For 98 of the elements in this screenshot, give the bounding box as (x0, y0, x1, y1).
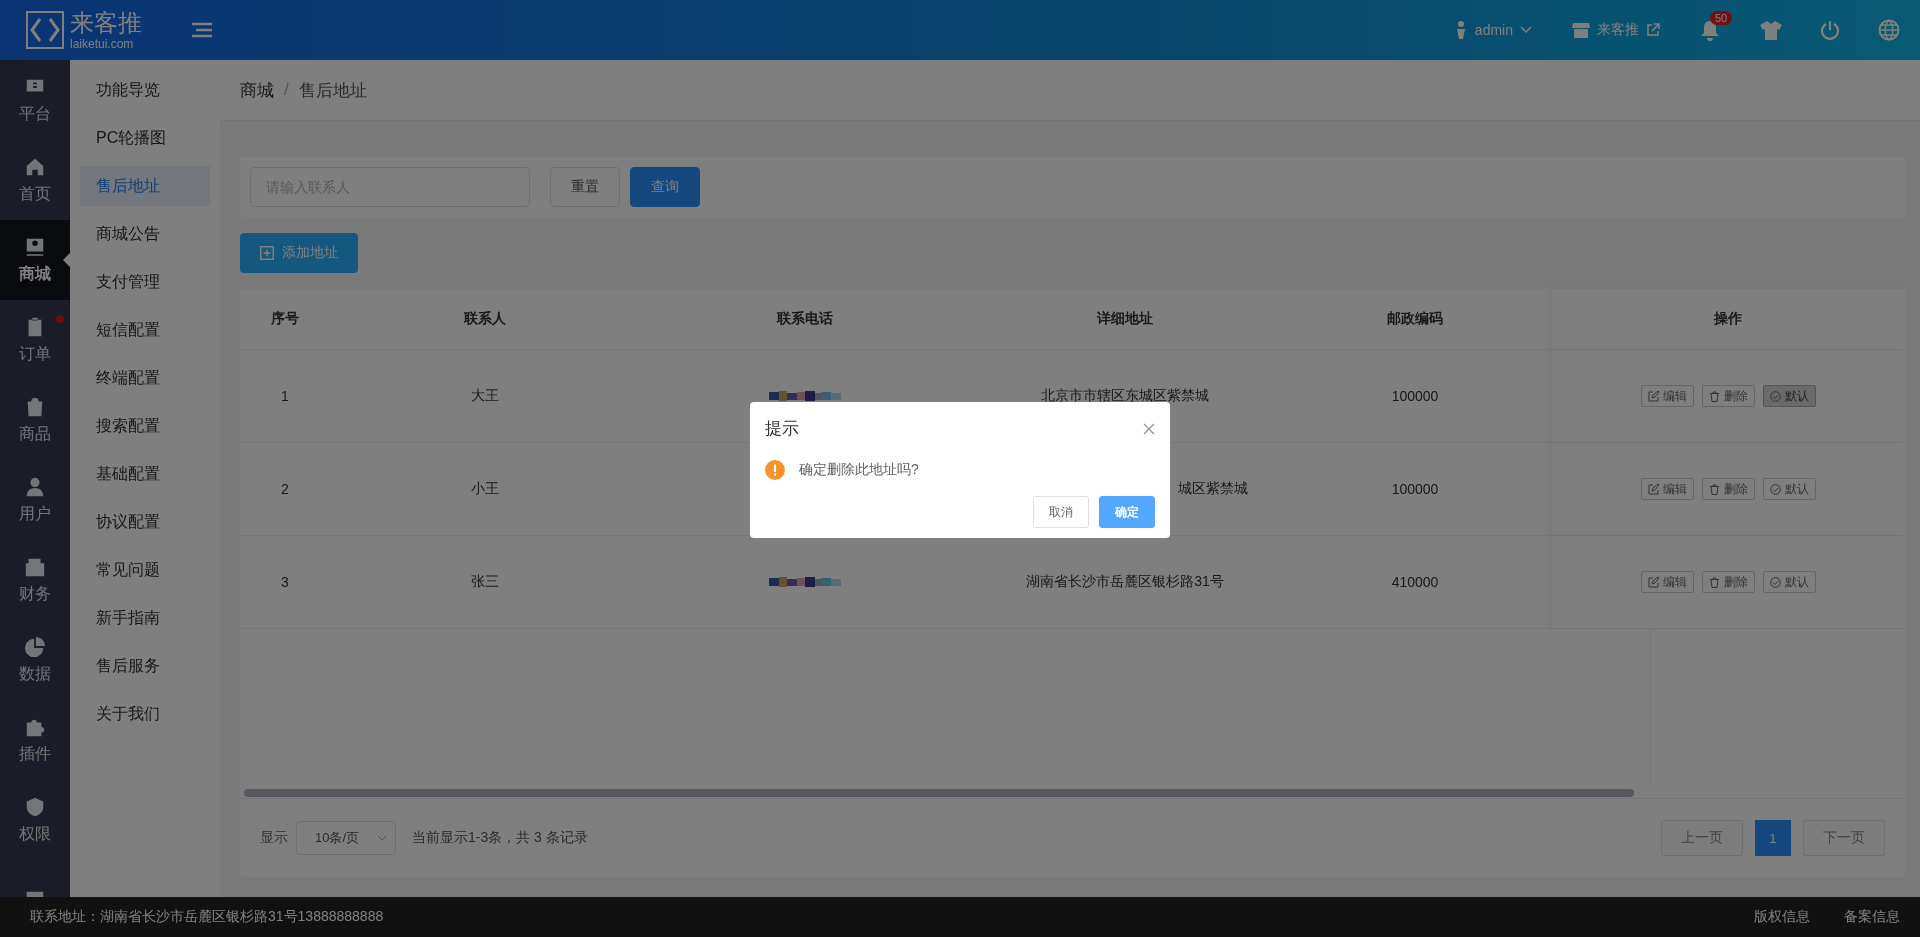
chevron-down-icon (1520, 26, 1532, 34)
sub-menu-item[interactable]: 售后服务 (80, 646, 210, 686)
edit-button[interactable]: 编辑 (1640, 571, 1694, 593)
horizontal-scrollbar[interactable] (240, 788, 1905, 799)
trash-icon (1708, 483, 1720, 495)
sub-menu-item[interactable]: 关于我们 (80, 694, 210, 734)
delete-button[interactable]: 删除 (1701, 385, 1755, 407)
table-cell-text: 1 (280, 387, 290, 406)
edit-icon (1647, 483, 1659, 495)
logo-subtitle: laiketui.com (70, 37, 135, 50)
cancel-button[interactable]: 取消 (1033, 496, 1089, 528)
column-header: 详细地址 (1096, 309, 1154, 328)
store-link[interactable]: 来客推 (1572, 21, 1660, 39)
footer-link[interactable]: 备案信息 (1844, 908, 1900, 926)
delete-button[interactable]: 删除 (1701, 571, 1755, 593)
trash-icon (1708, 576, 1720, 588)
confirm-button[interactable]: 确定 (1099, 496, 1155, 528)
footer-link[interactable]: 版权信息 (1754, 908, 1810, 926)
dialog-title: 提示 (765, 418, 799, 440)
sidebar-item[interactable]: 商品 (0, 380, 70, 460)
logo-title: 来客推 (70, 10, 142, 35)
globe-icon[interactable] (1878, 19, 1900, 41)
shield-icon (24, 795, 46, 818)
delete-button[interactable]: 删除 (1701, 478, 1755, 500)
sidebar-item[interactable]: 平台 (0, 60, 70, 140)
sidebar-item[interactable]: 权限 (0, 780, 70, 860)
column-header: 序号 (270, 309, 300, 328)
page-number-button[interactable]: 1 (1755, 820, 1791, 856)
dialog-message: 确定删除此地址吗? (799, 461, 919, 479)
sidebar-item[interactable]: 财务 (0, 540, 70, 620)
record-summary: 当前显示1-3条，共 3 条记录 (412, 829, 588, 847)
check-circle-icon (1769, 576, 1781, 588)
table-cell: 城区紫禁城 (1178, 480, 1248, 498)
table-cell-text: 100000 (1390, 387, 1440, 406)
sidebar-item[interactable]: 数据 (0, 620, 70, 700)
sub-menu-item[interactable]: 常见问题 (80, 550, 210, 590)
contact-address: 联系地址：湖南省长沙市岳麓区银杉路31号13888888888 (30, 908, 384, 926)
store-icon (1572, 22, 1590, 38)
table-cell-text: 410000 (1390, 573, 1440, 592)
column-header: 联系电话 (775, 309, 834, 328)
external-link-icon (1646, 23, 1660, 37)
sub-menu-item[interactable]: PC轮播图 (80, 118, 210, 158)
sub-menu-item[interactable]: 支付管理 (80, 262, 210, 302)
table-cell-text: 小王 (470, 479, 500, 498)
query-button[interactable]: 查询 (630, 167, 700, 207)
breadcrumb-item: 售后地址 (298, 79, 367, 102)
set-default-button[interactable]: 默认 (1762, 478, 1816, 500)
reset-button[interactable]: 重置 (550, 167, 620, 207)
breadcrumb-separator: / (284, 80, 289, 100)
check-circle-icon (1769, 483, 1781, 495)
table-cell-text: 3 (280, 573, 290, 592)
edit-button[interactable]: 编辑 (1640, 385, 1694, 407)
table-cell-text: 张三 (470, 572, 500, 591)
menu-icon[interactable] (192, 22, 212, 38)
breadcrumb-item[interactable]: 商城 (240, 78, 274, 102)
power-icon[interactable] (1820, 20, 1840, 40)
sub-menu-item[interactable]: 协议配置 (80, 502, 210, 542)
table-cell-text: 100000 (1390, 480, 1440, 499)
column-header: 联系人 (462, 309, 507, 328)
sub-menu-item[interactable]: 新手指南 (80, 598, 210, 638)
sidebar-item[interactable]: 商城 (0, 220, 70, 300)
sidebar-item[interactable]: 订单 (0, 300, 70, 380)
set-default-button[interactable]: 默认 (1762, 385, 1816, 407)
table-cell-text: 2 (280, 480, 290, 499)
chevron-down-icon (377, 835, 387, 841)
edit-button[interactable]: 编辑 (1640, 478, 1694, 500)
column-header: 邮政编码 (1386, 309, 1444, 328)
close-icon[interactable] (1143, 422, 1155, 435)
user-menu[interactable]: admin (1453, 20, 1532, 40)
column-header: 操作 (1550, 289, 1905, 349)
shirt-icon[interactable] (1760, 20, 1782, 40)
sidebar-item[interactable]: 插件 (0, 700, 70, 780)
edit-icon (1647, 390, 1659, 402)
set-default-button[interactable]: 默认 (1762, 571, 1816, 593)
trash-icon (1708, 390, 1720, 402)
warning-icon (765, 460, 785, 480)
plus-square-icon (260, 246, 274, 260)
add-address-button[interactable]: 添加地址 (240, 233, 358, 273)
sub-menu-item[interactable]: 功能导览 (80, 70, 210, 110)
pie-chart-icon (24, 635, 46, 658)
sidebar-item[interactable]: 首页 (0, 140, 70, 220)
sub-menu-item[interactable]: 商城公告 (80, 214, 210, 254)
page-size-select[interactable]: 10条/页 (296, 821, 396, 855)
logo-icon (26, 11, 64, 49)
sub-menu-item[interactable]: 终端配置 (80, 358, 210, 398)
sub-menu-item[interactable]: 基础配置 (80, 454, 210, 494)
sidebar-item[interactable]: 用户 (0, 460, 70, 540)
sub-menu-item[interactable]: 搜索配置 (80, 406, 210, 446)
sub-menu-item[interactable]: 售后地址 (80, 166, 210, 206)
sub-menu-item[interactable]: 短信配置 (80, 310, 210, 350)
check-circle-icon (1769, 390, 1781, 402)
notification-badge: 50 (1710, 11, 1733, 25)
table-cell-text: 大王 (470, 386, 500, 405)
show-label: 显示 (260, 829, 288, 847)
edit-icon (1647, 576, 1659, 588)
table-cell: 湖南省长沙市岳麓区银杉路31号 (1026, 573, 1224, 591)
table-cell: 北京市市辖区东城区紫禁城 (1041, 387, 1209, 405)
user-icon (24, 475, 46, 498)
